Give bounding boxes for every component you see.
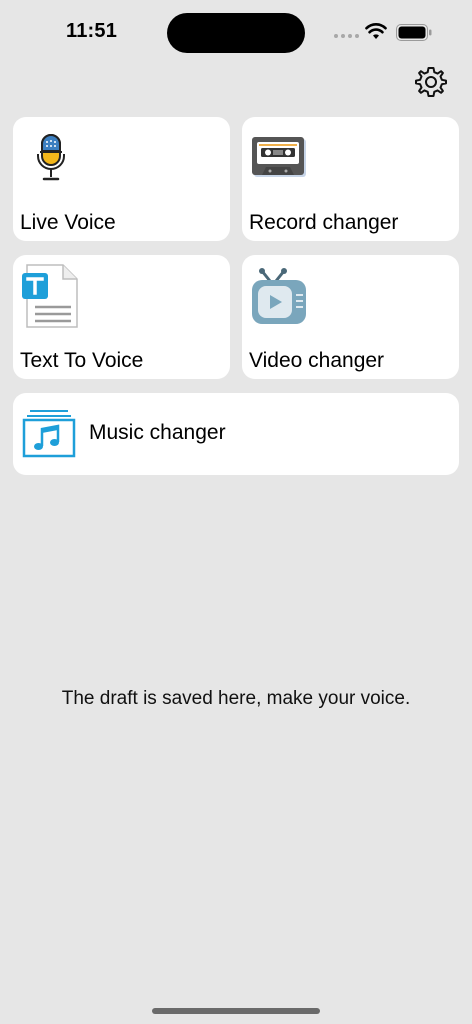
- live-voice-label: Live Voice: [20, 211, 116, 234]
- microphone-icon: [37, 134, 65, 181]
- music-changer-label: Music changer: [89, 421, 226, 444]
- cellular-signal-icon: [334, 34, 360, 40]
- cassette-tape-icon: [252, 137, 306, 177]
- text-to-voice-tile[interactable]: Text To Voice: [13, 255, 230, 379]
- home-indicator[interactable]: [152, 1008, 320, 1014]
- status-time: 11:51: [66, 20, 118, 42]
- record-changer-tile[interactable]: Record changer: [242, 117, 459, 241]
- text-to-voice-label: Text To Voice: [20, 349, 144, 372]
- retro-tv-icon: [252, 268, 306, 324]
- video-changer-tile[interactable]: Video changer: [242, 255, 459, 379]
- empty-state-message: The draft is saved here, make your voice…: [61, 688, 411, 709]
- music-changer-tile[interactable]: Music changer: [13, 393, 459, 475]
- record-changer-label: Record changer: [249, 211, 399, 234]
- battery-icon: [396, 24, 432, 41]
- dynamic-island: [167, 13, 305, 53]
- live-voice-tile[interactable]: Live Voice: [13, 117, 230, 241]
- gear-icon[interactable]: [413, 64, 449, 100]
- video-changer-label: Video changer: [249, 349, 385, 372]
- status-bar: 11:51: [0, 0, 472, 60]
- text-document-icon: [22, 264, 78, 328]
- music-note-icon: [22, 410, 76, 458]
- wifi-icon: [365, 23, 387, 39]
